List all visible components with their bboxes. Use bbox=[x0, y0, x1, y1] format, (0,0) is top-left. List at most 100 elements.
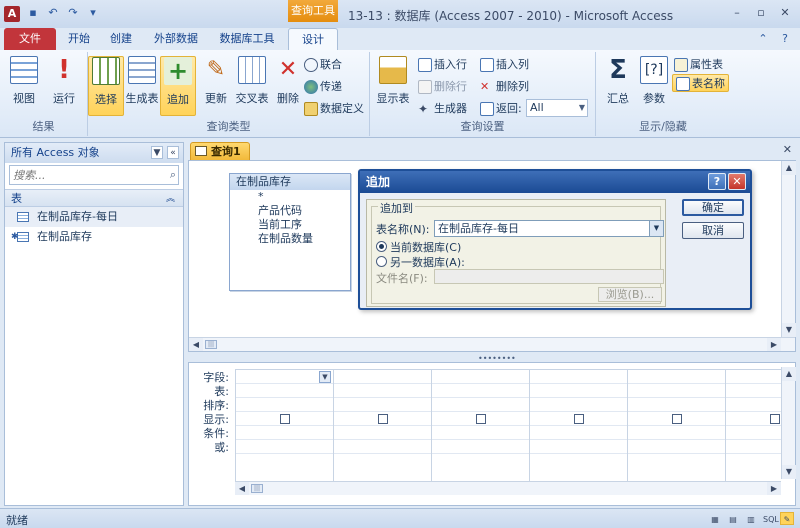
field-dropdown-icon[interactable]: ▼ bbox=[319, 371, 331, 383]
access-app-icon[interactable]: A bbox=[4, 6, 20, 22]
show-checkbox[interactable] bbox=[476, 414, 486, 424]
grid-cell[interactable] bbox=[236, 426, 333, 440]
tab-external-data[interactable]: 外部数据 bbox=[148, 28, 204, 50]
tab-create[interactable]: 创建 bbox=[104, 28, 138, 50]
field-list-title[interactable]: 在制品库存 bbox=[230, 174, 350, 190]
table-names-toggle[interactable]: 表名称 bbox=[672, 74, 729, 92]
redo-icon[interactable]: ↷ bbox=[66, 6, 80, 20]
grid-cell[interactable] bbox=[236, 440, 333, 454]
nav-group-tables[interactable]: 表 ︽ bbox=[5, 189, 183, 207]
show-checkbox[interactable] bbox=[672, 414, 682, 424]
passthrough-query-button[interactable]: 传递 bbox=[304, 78, 342, 96]
grid-cell[interactable] bbox=[236, 398, 333, 412]
close-document-icon[interactable]: ✕ bbox=[783, 143, 792, 156]
save-icon[interactable]: ▪ bbox=[26, 6, 40, 20]
view-button[interactable]: 视图 bbox=[6, 56, 42, 116]
totals-button[interactable]: Σ 汇总 bbox=[600, 56, 636, 116]
combo-arrow-icon[interactable]: ▼ bbox=[649, 221, 663, 236]
scroll-left-icon[interactable]: ◀ bbox=[189, 338, 203, 351]
table-name-combo[interactable]: 在制品库存-每日 ▼ bbox=[434, 220, 664, 237]
document-tab-query1[interactable]: 查询1 bbox=[190, 142, 250, 160]
delete-query-button[interactable]: ✕ 删除 bbox=[270, 56, 306, 116]
shutter-bar-close-icon[interactable]: « bbox=[167, 146, 179, 159]
field-list-item[interactable]: * bbox=[230, 190, 350, 204]
grid-column[interactable] bbox=[432, 370, 530, 481]
scroll-right-icon[interactable]: ▶ bbox=[767, 482, 781, 495]
sql-view-button[interactable]: SQL bbox=[762, 512, 779, 525]
show-checkbox[interactable] bbox=[770, 414, 780, 424]
insert-rows-button[interactable]: 插入行 bbox=[418, 56, 467, 74]
return-combo[interactable]: All ▼ bbox=[526, 99, 588, 117]
data-definition-query-button[interactable]: 数据定义 bbox=[304, 100, 364, 118]
grid-column[interactable]: ▼ bbox=[236, 370, 334, 481]
property-sheet-button[interactable]: 属性表 bbox=[674, 56, 723, 74]
dialog-help-icon[interactable]: ? bbox=[708, 173, 726, 190]
help-icon[interactable]: ? bbox=[778, 32, 792, 46]
dialog-close-icon[interactable]: ✕ bbox=[728, 173, 746, 190]
search-icon[interactable]: ⌕ bbox=[170, 168, 176, 182]
parameters-button[interactable]: [?] 参数 bbox=[636, 56, 672, 116]
upper-vertical-scrollbar[interactable]: ▲ ▼ bbox=[781, 161, 796, 337]
show-checkbox[interactable] bbox=[280, 414, 290, 424]
close-icon[interactable]: ✕ bbox=[778, 6, 792, 20]
pivotchart-view-icon[interactable]: ▥ bbox=[744, 512, 758, 525]
field-list-item[interactable]: 产品代码 bbox=[230, 204, 350, 218]
select-query-button[interactable]: 选择 bbox=[88, 56, 124, 116]
grid-vertical-scrollbar[interactable]: ▲ ▼ bbox=[781, 367, 796, 479]
scroll-down-icon[interactable]: ▼ bbox=[782, 323, 796, 337]
show-checkbox[interactable] bbox=[574, 414, 584, 424]
datasheet-view-icon[interactable]: ▦ bbox=[708, 512, 722, 525]
append-query-button[interactable]: + 追加 bbox=[160, 56, 196, 116]
union-query-button[interactable]: 联合 bbox=[304, 56, 342, 74]
show-table-button[interactable]: 显示表 bbox=[374, 56, 412, 116]
field-list-item[interactable]: 在制品数量 bbox=[230, 232, 350, 246]
grid-column[interactable] bbox=[726, 370, 781, 481]
nav-menu-dropdown-icon[interactable]: ▼ bbox=[151, 146, 163, 159]
grid-horizontal-scrollbar[interactable]: ◀ ||| ▶ bbox=[235, 481, 781, 495]
file-name-input[interactable] bbox=[434, 269, 664, 284]
nav-search-input[interactable] bbox=[10, 166, 160, 184]
customize-qat-icon[interactable]: ▾ bbox=[86, 6, 100, 20]
crosstab-query-button[interactable]: 交叉表 bbox=[234, 56, 270, 116]
delete-columns-button[interactable]: ✕ 删除列 bbox=[480, 78, 529, 96]
make-table-button[interactable]: 生成表 bbox=[124, 56, 160, 116]
show-checkbox[interactable] bbox=[378, 414, 388, 424]
builder-button[interactable]: ✦ 生成器 bbox=[418, 100, 467, 118]
minimize-icon[interactable]: – bbox=[730, 6, 744, 20]
field-list-table[interactable]: 在制品库存 * 产品代码 当前工序 在制品数量 bbox=[229, 173, 351, 291]
upper-horizontal-scrollbar[interactable]: ◀ ||| ▶ bbox=[189, 337, 795, 351]
current-database-radio[interactable] bbox=[376, 241, 387, 252]
cancel-button[interactable]: 取消 bbox=[682, 222, 744, 239]
grid-column[interactable] bbox=[530, 370, 628, 481]
insert-columns-button[interactable]: 插入列 bbox=[480, 56, 529, 74]
grid-column[interactable] bbox=[334, 370, 432, 481]
nav-header[interactable]: 所有 Access 对象 ▼ « bbox=[5, 143, 183, 163]
ok-button[interactable]: 确定 bbox=[682, 199, 744, 216]
scroll-down-icon[interactable]: ▼ bbox=[782, 465, 796, 479]
browse-button[interactable]: 浏览(B)... bbox=[598, 287, 662, 302]
restore-icon[interactable]: ▫ bbox=[754, 6, 768, 20]
collapse-chevron-icon[interactable]: ︽ bbox=[166, 190, 175, 208]
pivottable-view-icon[interactable]: ▤ bbox=[726, 512, 740, 525]
undo-icon[interactable]: ↶ bbox=[46, 6, 60, 20]
scroll-thumb[interactable]: ||| bbox=[251, 484, 263, 493]
minimize-ribbon-icon[interactable]: ⌃ bbox=[756, 32, 770, 46]
other-database-radio[interactable] bbox=[376, 256, 387, 267]
design-view-icon[interactable]: ✎ bbox=[780, 512, 794, 525]
scroll-right-icon[interactable]: ▶ bbox=[767, 338, 781, 351]
tab-file[interactable]: 文件 bbox=[4, 28, 56, 50]
tab-home[interactable]: 开始 bbox=[62, 28, 96, 50]
scroll-left-icon[interactable]: ◀ bbox=[235, 482, 249, 495]
nav-item-table-daily[interactable]: 在制品库存-每日 bbox=[5, 207, 183, 227]
scroll-up-icon[interactable]: ▲ bbox=[782, 161, 796, 175]
other-database-label[interactable]: 另一数据库(A): bbox=[390, 254, 465, 270]
delete-rows-button[interactable]: 删除行 bbox=[418, 78, 467, 96]
grid-cell[interactable] bbox=[236, 384, 333, 398]
field-list-item[interactable]: 当前工序 bbox=[230, 218, 350, 232]
grid-column[interactable] bbox=[628, 370, 726, 481]
grid-cell-field[interactable]: ▼ bbox=[236, 370, 333, 384]
tab-design[interactable]: 设计 bbox=[288, 28, 338, 50]
update-query-button[interactable]: ✎ 更新 bbox=[198, 56, 234, 116]
current-database-label[interactable]: 当前数据库(C) bbox=[390, 239, 461, 255]
nav-item-table-inventory[interactable]: ✱ 在制品库存 bbox=[5, 227, 183, 247]
